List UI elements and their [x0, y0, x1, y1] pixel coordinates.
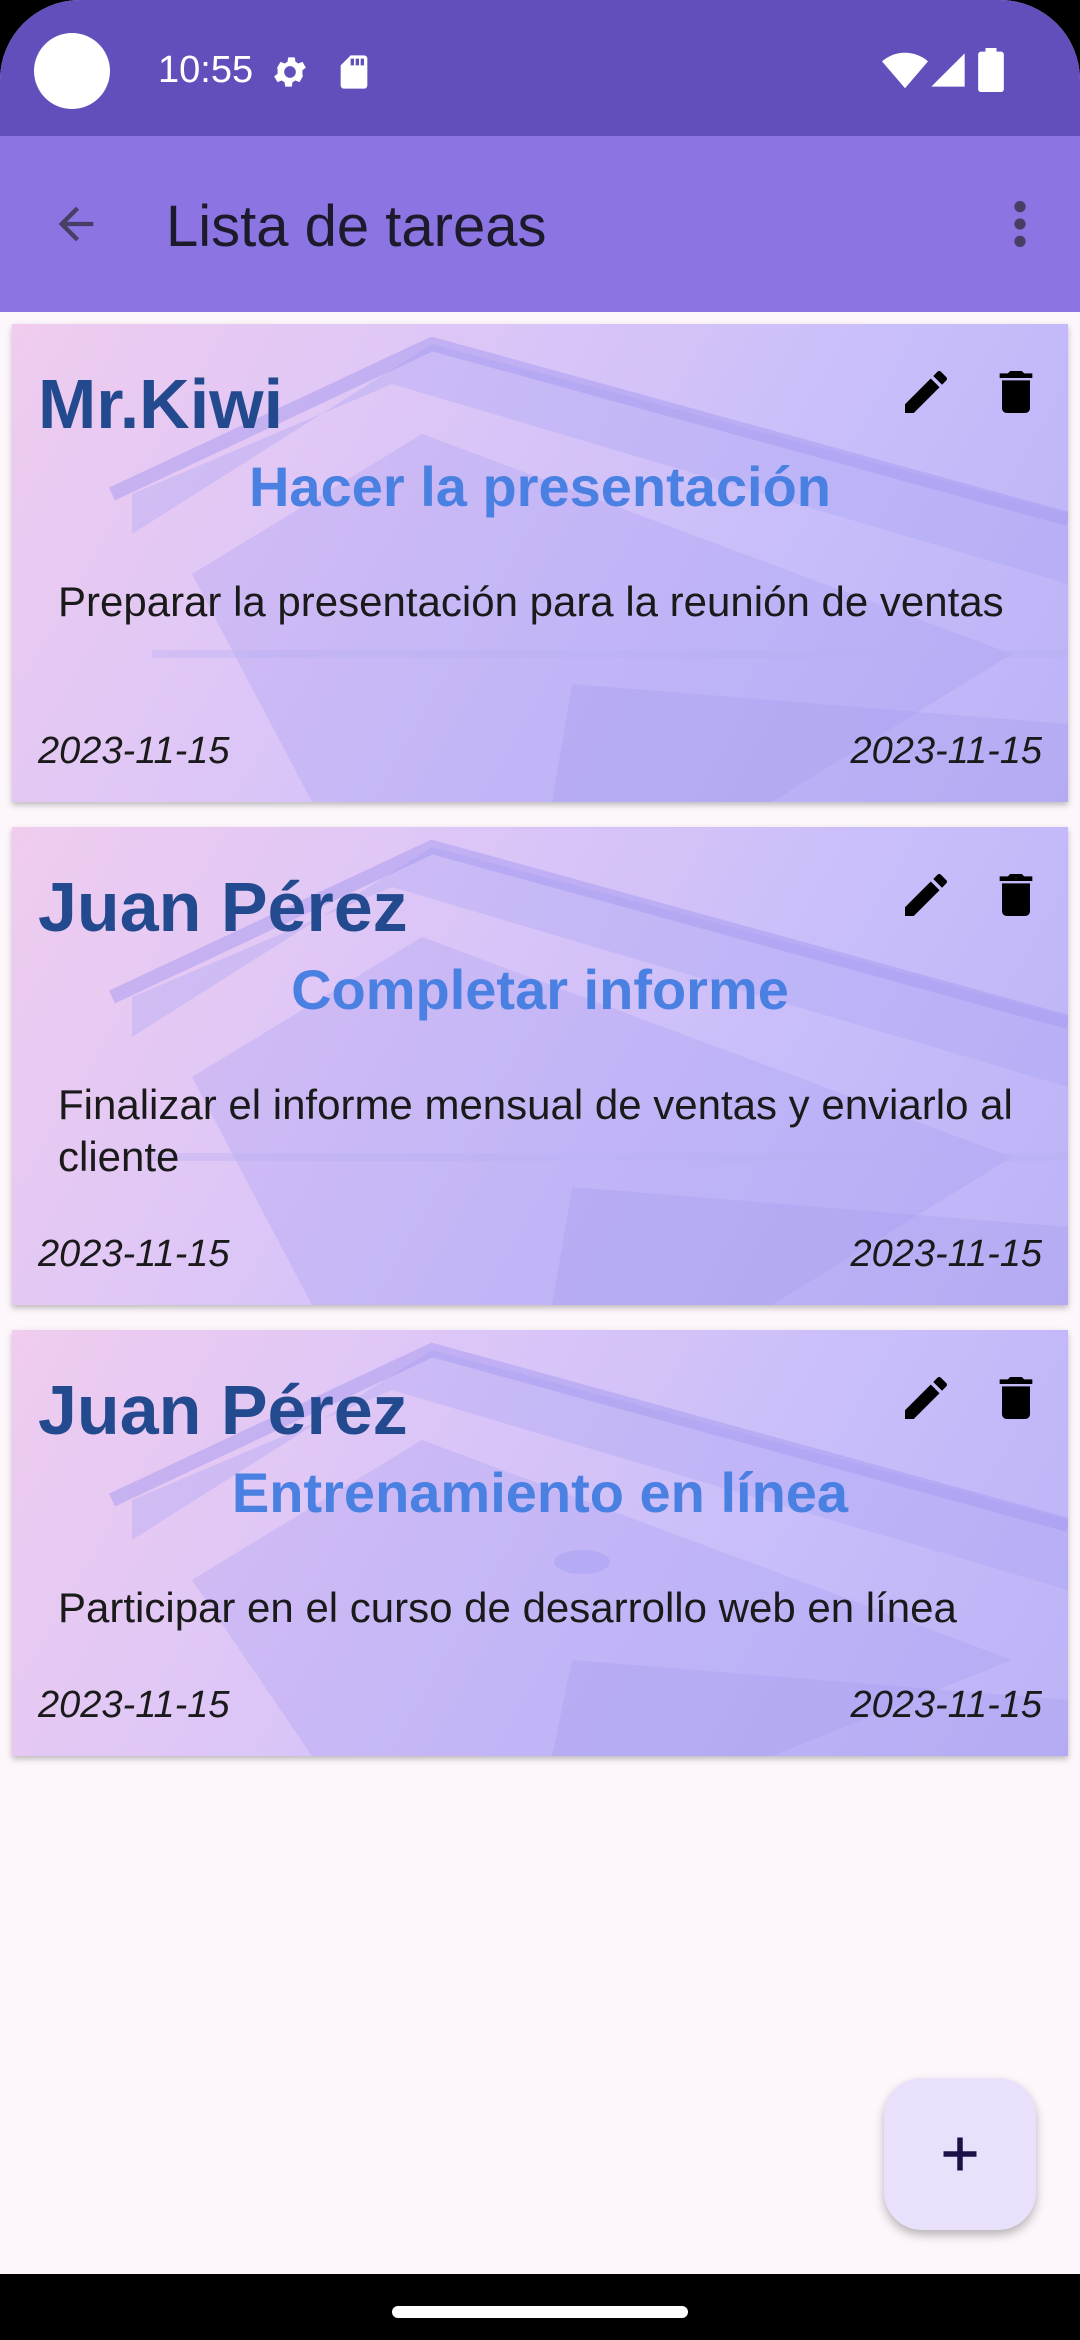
task-owner: Juan Pérez [38, 1371, 408, 1449]
edit-task-button[interactable] [888, 857, 964, 933]
back-button[interactable] [38, 186, 114, 262]
plus-icon [943, 2137, 977, 2171]
wifi-icon [882, 52, 928, 89]
delete-task-button[interactable] [978, 857, 1054, 933]
trash-delete-icon [999, 1377, 1033, 1419]
settings-gear-icon [274, 57, 306, 87]
camera-cutout [34, 33, 110, 109]
add-task-button[interactable] [884, 2078, 1036, 2230]
task-title: Entrenamiento en línea [231, 1461, 849, 1524]
app-bar: Lista de tareas [0, 136, 1080, 312]
task-end-date: 2023-11-15 [850, 730, 1042, 772]
task-description: Preparar la presentación para la reunión… [58, 578, 1004, 625]
trash-delete-icon [999, 371, 1033, 413]
pencil-edit-icon [905, 370, 947, 413]
task-description: Participar en el curso de desarrollo web… [58, 1584, 957, 1631]
task-title: Hacer la presentación [248, 455, 832, 518]
pencil-edit-icon [905, 873, 947, 916]
page-title: Lista de tareas [166, 194, 547, 259]
task-start-date: 2023-11-15 [38, 1233, 230, 1275]
status-time: 10:55 [158, 49, 254, 91]
status-bar: 10:55 [0, 0, 1080, 136]
screen: 10:55 Lista de tareas Mr.Kiwi Hacer la p… [0, 0, 1080, 2340]
more-options-button[interactable] [1000, 186, 1040, 262]
task-end-date: 2023-11-15 [850, 1233, 1042, 1275]
task-description: Finalizar el informe mensual de ventas y… [58, 1081, 1013, 1180]
task-card[interactable]: Juan Pérez Entrenamiento en línea Partic… [12, 1330, 1068, 1756]
edit-task-button[interactable] [888, 1360, 964, 1436]
task-card[interactable]: Mr.Kiwi Hacer la presentación Preparar l… [12, 324, 1068, 802]
task-owner: Juan Pérez [38, 868, 408, 946]
home-gesture-handle[interactable] [392, 2306, 688, 2318]
task-end-date: 2023-11-15 [850, 1684, 1042, 1726]
delete-task-button[interactable] [978, 1360, 1054, 1436]
arrow-back-icon [58, 206, 94, 242]
task-owner: Mr.Kiwi [38, 365, 284, 443]
pencil-edit-icon [905, 1376, 947, 1419]
task-start-date: 2023-11-15 [38, 1684, 230, 1726]
signal-icon [931, 53, 965, 87]
edit-task-button[interactable] [888, 354, 964, 430]
battery-icon [978, 48, 1004, 92]
sd-card-icon [340, 55, 368, 89]
task-title: Completar informe [291, 958, 789, 1021]
delete-task-button[interactable] [978, 354, 1054, 430]
trash-delete-icon [999, 874, 1033, 916]
task-start-date: 2023-11-15 [38, 730, 230, 772]
more-vert-icon [1014, 201, 1026, 247]
task-card[interactable]: Juan Pérez Completar informe Finalizar e… [12, 827, 1068, 1305]
